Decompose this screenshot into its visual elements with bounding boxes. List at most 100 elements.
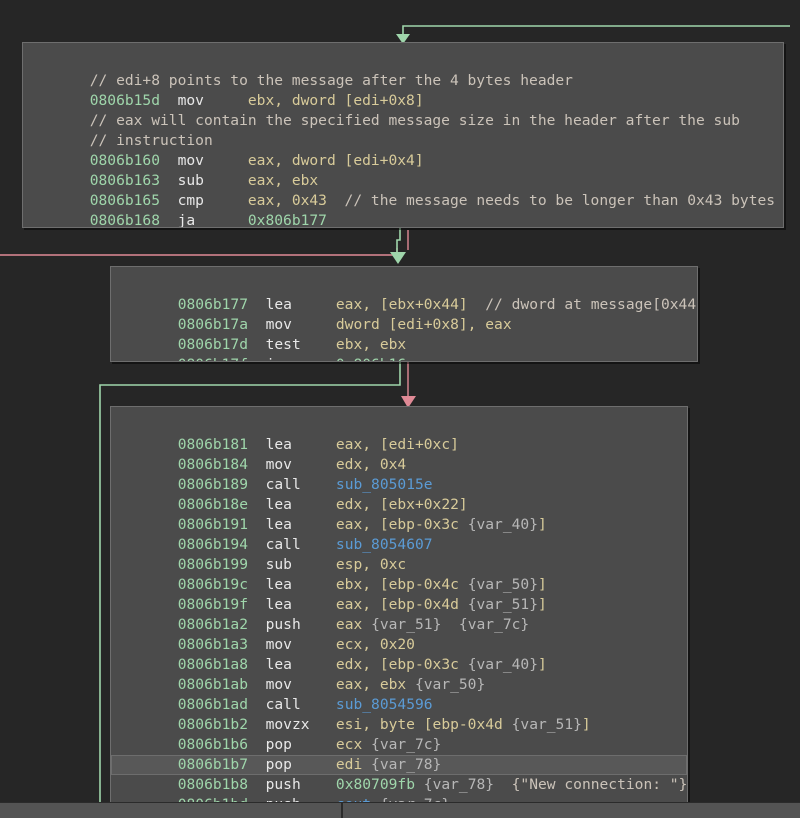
horizontal-scrollbar[interactable]	[0, 802, 800, 818]
operand-tail: ]	[537, 516, 547, 533]
instruction-address[interactable]: 0806b1b8	[178, 776, 248, 793]
disasm-row[interactable]: 0806b181 lea eax, [edi+0xc]	[111, 415, 687, 453]
instruction-address[interactable]: 0806b1a3	[178, 636, 248, 653]
instruction-address[interactable]: 0806b168	[90, 212, 160, 227]
instruction-operands: eax, [ebp-0x4d	[335, 596, 468, 613]
branch-target[interactable]: 0x806b177	[248, 212, 327, 227]
instruction-mnemonic: pop	[265, 736, 292, 753]
instruction-address[interactable]: 0806b189	[178, 476, 248, 493]
instruction-operands: eax	[335, 616, 372, 633]
instruction-mnemonic: lea	[265, 656, 292, 673]
instruction-address[interactable]: 0806b17d	[178, 336, 248, 353]
instruction-operands: eax, [ebx+0x44]	[335, 296, 468, 313]
scrollbar-thumb-left[interactable]	[0, 803, 343, 818]
instruction-address[interactable]: 0806b199	[178, 556, 248, 573]
instruction-address[interactable]: 0806b181	[178, 436, 248, 453]
instruction-address[interactable]: 0806b1a8	[178, 656, 248, 673]
disasm-row[interactable]: 0806b177 lea eax, [ebx+0x44] // dword at…	[111, 275, 697, 313]
instruction-address[interactable]: 0806b1b2	[178, 716, 248, 733]
operand-tail: ]	[537, 656, 547, 673]
instruction-address[interactable]: 0806b19f	[178, 596, 248, 613]
instruction-address[interactable]: 0806b1ad	[178, 696, 248, 713]
instruction-mnemonic: push	[265, 616, 301, 633]
instruction-address[interactable]: 0806b184	[178, 456, 248, 473]
instruction-mnemonic: call	[265, 536, 301, 553]
basic-block-0806b177[interactable]: 0806b177 lea eax, [ebx+0x44] // dword at…	[110, 266, 698, 362]
instruction-address[interactable]: 0806b19c	[178, 576, 248, 593]
instruction-address[interactable]: 0806b18e	[178, 496, 248, 513]
instruction-address[interactable]: 0806b1a2	[178, 616, 248, 633]
stack-variable: {var_51}	[467, 596, 538, 613]
stack-variable: {var_78}	[371, 756, 442, 773]
instruction-address[interactable]: 0806b160	[90, 152, 160, 169]
operand-tail: ]	[537, 596, 547, 613]
stack-variable: {var_7c}	[371, 736, 442, 753]
instruction-mnemonic: mov	[177, 92, 204, 109]
instruction-address[interactable]: 0806b1b7	[178, 756, 248, 773]
instruction-address[interactable]: 0806b17a	[178, 316, 248, 333]
instruction-mnemonic: movzx	[265, 716, 310, 733]
string-literal: {"New connection: "}	[494, 776, 688, 793]
instruction-mnemonic: call	[265, 696, 301, 713]
disassembly-graph-canvas[interactable]: // edi+8 points to the message after the…	[0, 0, 800, 818]
instruction-operands: eax, ebx	[335, 676, 415, 693]
disasm-row[interactable]: // edi+8 points to the message after the…	[23, 51, 783, 89]
instruction-operands: edx, [ebx+0x22]	[335, 496, 468, 513]
instruction-address[interactable]: 0806b165	[90, 192, 160, 209]
instruction-address[interactable]: 0806b1b6	[178, 736, 248, 753]
instruction-mnemonic: lea	[265, 596, 292, 613]
instruction-operands: eax, [edi+0xc]	[335, 436, 459, 453]
string-address[interactable]: 0x80709fb	[336, 776, 424, 793]
basic-block-0806b15d[interactable]: // edi+8 points to the message after the…	[22, 42, 784, 228]
basic-block-0806b181[interactable]: 0806b181 lea eax, [edi+0xc] 0806b184 mov…	[110, 406, 688, 818]
call-target-link[interactable]: sub_8054596	[336, 696, 433, 713]
instruction-mnemonic: lea	[265, 436, 292, 453]
call-target-link[interactable]: sub_8054607	[336, 536, 433, 553]
instruction-mnemonic: je	[266, 356, 284, 361]
instruction-address[interactable]: 0806b17f	[178, 356, 248, 361]
instruction-address[interactable]: 0806b1ab	[178, 676, 248, 693]
scrollbar-track-right[interactable]	[343, 803, 800, 818]
instruction-address[interactable]: 0806b177	[178, 296, 248, 313]
call-target-link[interactable]: sub_805015e	[336, 476, 433, 493]
instruction-address[interactable]: 0806b163	[90, 172, 160, 189]
instruction-mnemonic: test	[265, 336, 301, 353]
stack-variable: {var_78}	[423, 776, 495, 793]
instruction-operands: dword [edi+0x8], eax	[335, 316, 512, 333]
branch-target[interactable]: 0x806b16a	[336, 356, 415, 361]
instruction-address[interactable]: 0806b15d	[90, 92, 160, 109]
instruction-operands: eax, dword [edi+0x4]	[247, 152, 424, 169]
instruction-address[interactable]: 0806b194	[178, 536, 248, 553]
stack-variable: {var_50}	[414, 676, 486, 693]
instruction-address[interactable]: 0806b191	[178, 516, 248, 533]
